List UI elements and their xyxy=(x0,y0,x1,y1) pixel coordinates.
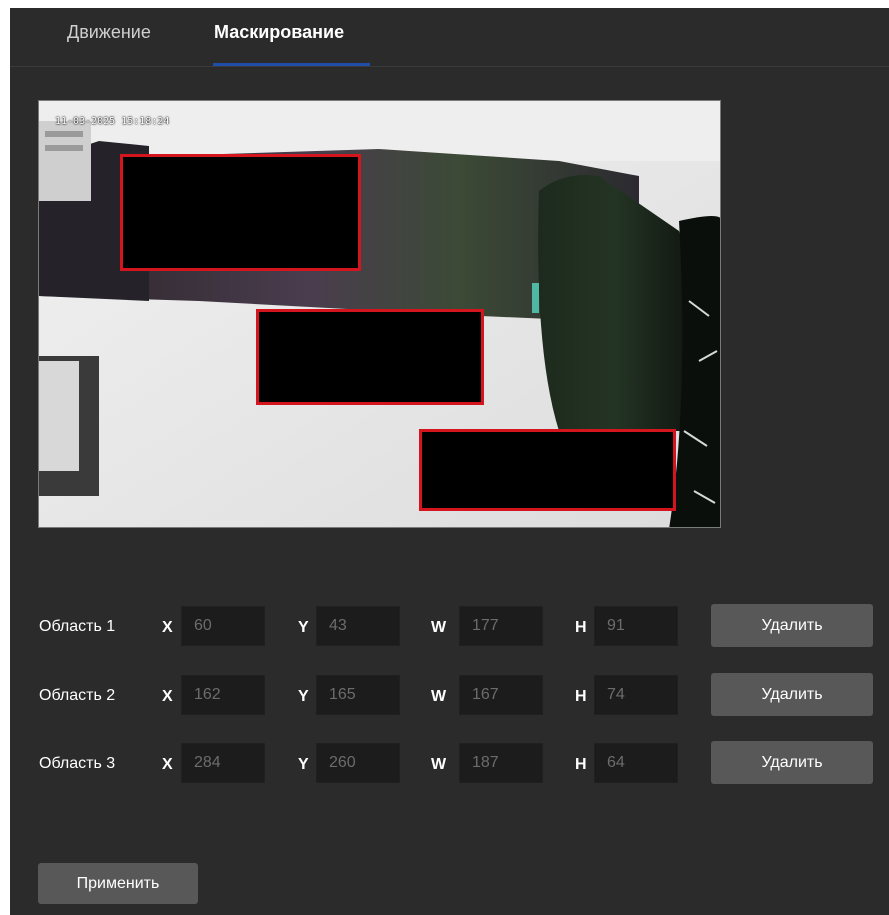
apply-button[interactable]: Применить xyxy=(38,863,198,904)
area-3-x-field[interactable] xyxy=(181,743,265,783)
area-2-x-field[interactable] xyxy=(181,675,265,715)
area-1-delete-button[interactable]: Удалить xyxy=(711,604,873,647)
area-2-h-field[interactable] xyxy=(594,675,678,715)
mask-area-1[interactable] xyxy=(120,154,361,271)
area-3-x-label: X xyxy=(162,756,173,773)
settings-panel: Движение Маскирование 11-03-2025 15:18:2… xyxy=(10,8,889,915)
area-2-w-label: W xyxy=(431,688,447,705)
area-3-h-label: H xyxy=(575,756,587,773)
area-3-delete-button[interactable]: Удалить xyxy=(711,741,873,784)
area-2-y-label: Y xyxy=(298,688,309,705)
area-2-label: Область 2 xyxy=(39,687,116,704)
area-3-y-field[interactable] xyxy=(316,743,400,783)
area-1-y-field[interactable] xyxy=(316,606,400,646)
area-1-w-label: W xyxy=(431,619,447,636)
camera-preview[interactable]: 11-03-2025 15:18:24 xyxy=(38,100,721,528)
area-2-x-label: X xyxy=(162,688,173,705)
area-1-h-label: H xyxy=(575,619,587,636)
tab-masking[interactable]: Маскирование xyxy=(214,22,344,43)
active-tab-indicator xyxy=(213,63,370,66)
mask-area-2[interactable] xyxy=(256,309,484,405)
area-3-label: Область 3 xyxy=(39,755,116,772)
timestamp-overlay: 11-03-2025 15:18:24 xyxy=(55,116,170,127)
area-1-x-field[interactable] xyxy=(181,606,265,646)
area-1-w-field[interactable] xyxy=(459,606,543,646)
area-3-w-label: W xyxy=(431,756,447,773)
mask-area-3[interactable] xyxy=(419,429,676,511)
area-1-label: Область 1 xyxy=(39,618,116,635)
area-2-w-field[interactable] xyxy=(459,675,543,715)
area-2-h-label: H xyxy=(575,688,587,705)
tab-motion[interactable]: Движение xyxy=(67,22,151,43)
area-3-h-field[interactable] xyxy=(594,743,678,783)
area-3-y-label: Y xyxy=(298,756,309,773)
area-1-h-field[interactable] xyxy=(594,606,678,646)
area-2-y-field[interactable] xyxy=(316,675,400,715)
area-3-w-field[interactable] xyxy=(459,743,543,783)
area-1-x-label: X xyxy=(162,619,173,636)
tab-bar: Движение Маскирование xyxy=(10,8,889,67)
area-1-y-label: Y xyxy=(298,619,309,636)
area-2-delete-button[interactable]: Удалить xyxy=(711,673,873,716)
